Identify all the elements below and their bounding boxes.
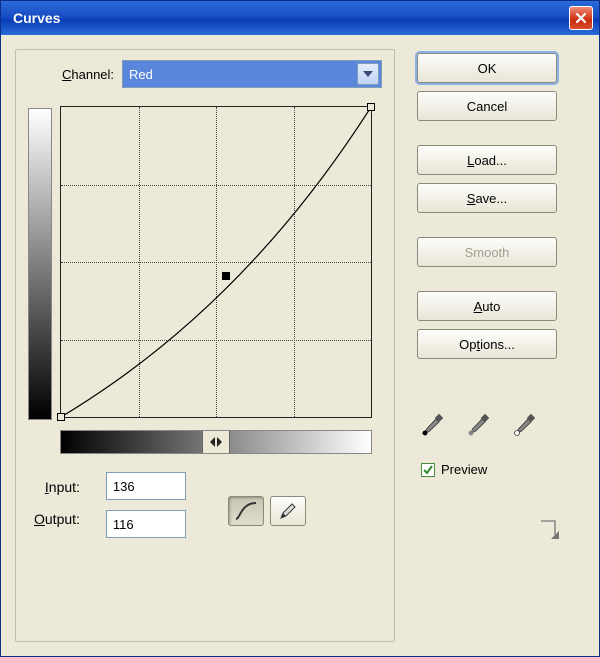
resize-grip-icon: [537, 517, 559, 539]
titlebar[interactable]: Curves: [1, 1, 599, 35]
preview-checkbox[interactable]: [421, 463, 435, 477]
channel-dropdown[interactable]: Red: [122, 60, 382, 88]
button-column: OK Cancel Load... Save... Smooth Auto Op…: [417, 49, 585, 642]
close-icon: [574, 11, 588, 25]
pencil-icon: [278, 501, 298, 521]
dialog-title: Curves: [7, 10, 569, 26]
eyedropper-white-button[interactable]: [513, 411, 535, 440]
options-button[interactable]: Options...: [417, 329, 557, 359]
output-gradient: [28, 108, 52, 420]
curves-group: Channel: Red: [15, 49, 395, 642]
input-label: Input:: [34, 479, 80, 495]
smooth-button: Smooth: [417, 237, 557, 267]
cancel-button[interactable]: Cancel: [417, 91, 557, 121]
curves-dialog: Curves Channel: Red: [0, 0, 600, 657]
chevron-down-icon: [363, 71, 373, 77]
curve-path: [61, 107, 371, 417]
curve-endpoint-start[interactable]: [57, 413, 65, 421]
eyedropper-group: [421, 411, 535, 440]
checkmark-icon: [422, 464, 434, 476]
output-value-field[interactable]: [106, 510, 186, 538]
eyedropper-black-button[interactable]: [421, 411, 443, 440]
eyedropper-gray-icon: [467, 411, 489, 437]
channel-value: Red: [129, 67, 153, 82]
eyedropper-white-icon: [513, 411, 535, 437]
eyedropper-gray-button[interactable]: [467, 411, 489, 440]
resize-grip[interactable]: [537, 517, 559, 542]
save-button[interactable]: Save...: [417, 183, 557, 213]
gradient-toggle[interactable]: [202, 431, 230, 453]
curve-tool-button[interactable]: [228, 496, 264, 526]
load-button[interactable]: Load...: [417, 145, 557, 175]
curve-icon: [234, 501, 258, 521]
close-button[interactable]: [569, 6, 593, 30]
eyedropper-black-icon: [421, 411, 443, 437]
input-value-field[interactable]: [106, 472, 186, 500]
auto-button[interactable]: Auto: [417, 291, 557, 321]
output-label: Output:: [34, 511, 80, 527]
preview-label: Preview: [441, 462, 487, 477]
input-gradient[interactable]: [60, 430, 372, 454]
curve-control-point[interactable]: [222, 272, 230, 280]
curve-graph[interactable]: [60, 106, 372, 418]
pencil-tool-button[interactable]: [270, 496, 306, 526]
channel-label: Channel:: [62, 67, 114, 82]
ok-button[interactable]: OK: [417, 53, 557, 83]
dialog-body: Channel: Red: [1, 35, 599, 656]
dropdown-button[interactable]: [357, 63, 379, 85]
curve-endpoint-end[interactable]: [367, 103, 375, 111]
